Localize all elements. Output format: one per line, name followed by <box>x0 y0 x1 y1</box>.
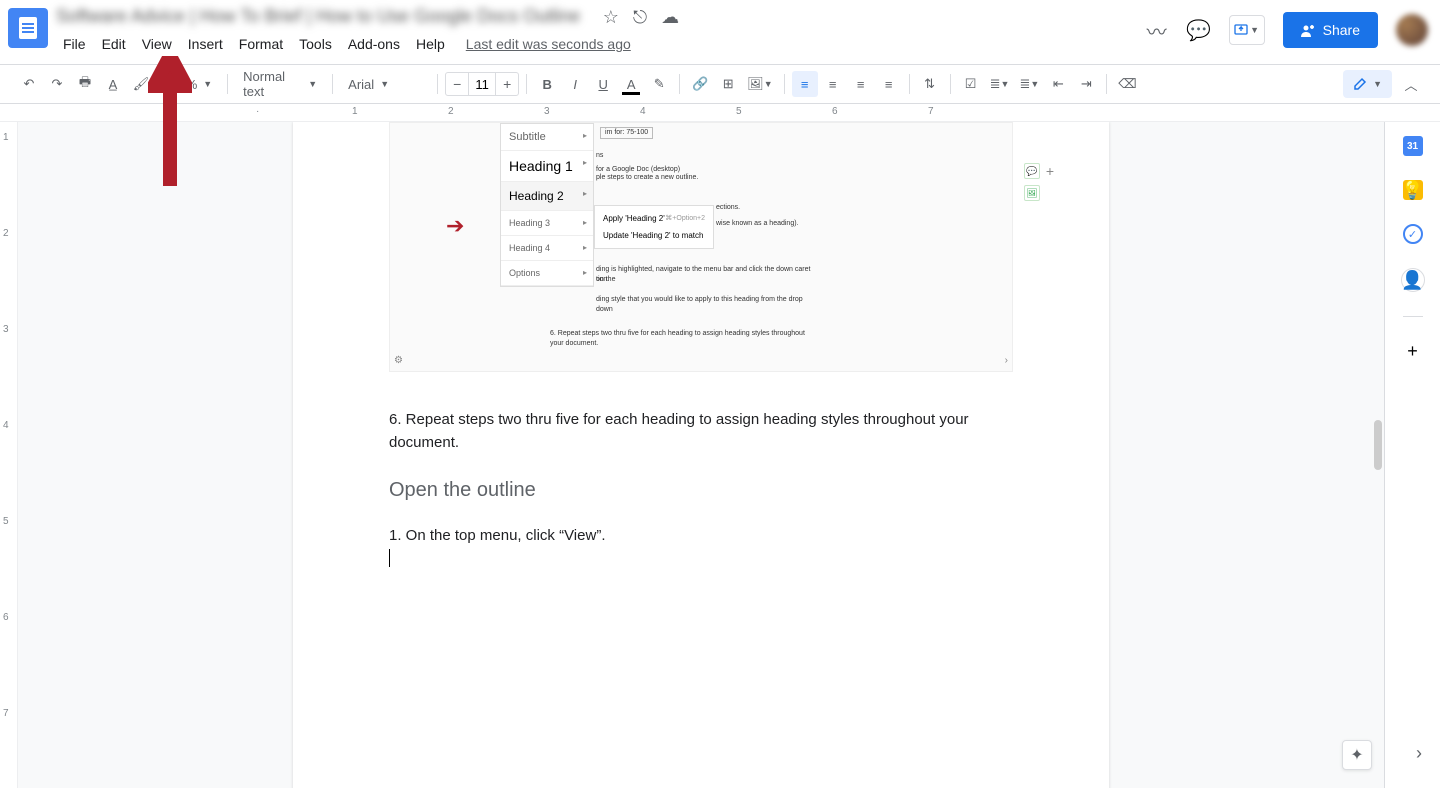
bullet-list-button[interactable]: ≣▼ <box>986 71 1014 97</box>
menu-addons[interactable]: Add-ons <box>341 32 407 56</box>
text-cursor <box>389 549 390 567</box>
present-button[interactable]: ▼ <box>1229 15 1265 45</box>
tasks-icon[interactable]: ✓ <box>1403 224 1423 244</box>
embedded-red-arrow-icon: ➔ <box>446 213 464 239</box>
body-paragraph[interactable]: 6. Repeat steps two thru five for each h… <box>389 408 1013 455</box>
align-right-button[interactable]: ≡ <box>848 71 874 97</box>
print-button[interactable]: 🖶 <box>72 71 98 97</box>
menu-bar: File Edit View Insert Format Tools Add-o… <box>56 32 1145 56</box>
comment-button[interactable]: ⊞ <box>715 71 741 97</box>
clear-format-button[interactable]: ⌫ <box>1114 71 1140 97</box>
checklist-button[interactable]: ☑ <box>958 71 984 97</box>
get-addons-icon[interactable]: + <box>1403 341 1423 361</box>
embedded-chevron-icon: › <box>1005 355 1008 366</box>
comments-icon[interactable]: 💬 <box>1187 18 1211 42</box>
horizontal-ruler[interactable]: · 1 2 3 4 5 6 7 <box>0 104 1440 122</box>
menu-format[interactable]: Format <box>232 32 290 56</box>
show-side-panel-icon[interactable]: › <box>1416 743 1422 764</box>
embedded-heading-submenu: Apply 'Heading 2'⌘+Option+2 Update 'Head… <box>594 205 714 249</box>
document-page[interactable]: im for: 75-100 ns Subtitle Heading 1 Hea… <box>293 122 1109 788</box>
spellcheck-button[interactable]: A̲ <box>100 71 126 97</box>
font-size-input[interactable] <box>468 73 496 95</box>
align-center-button[interactable]: ≡ <box>820 71 846 97</box>
highlight-button[interactable]: ✎ <box>646 71 672 97</box>
vertical-ruler[interactable]: 1 2 3 4 5 6 7 <box>0 122 18 788</box>
font-size-minus[interactable]: − <box>446 73 468 95</box>
scrollbar-thumb[interactable] <box>1374 420 1382 470</box>
share-button[interactable]: Share <box>1283 12 1378 48</box>
activity-icon[interactable]: 〰 <box>1145 18 1169 42</box>
body-paragraph[interactable]: 1. On the top menu, click “View”. <box>389 524 1013 571</box>
italic-button[interactable]: I <box>562 71 588 97</box>
underline-button[interactable]: U <box>590 71 616 97</box>
menu-insert[interactable]: Insert <box>181 32 230 56</box>
style-select[interactable]: Normal text▼ <box>235 71 325 97</box>
menu-edit[interactable]: Edit <box>95 32 133 56</box>
document-title[interactable]: Software Advice | How To Brief | How to … <box>56 6 580 27</box>
side-panel: 31 💡 ✓ 👤 + <box>1384 122 1440 788</box>
font-select[interactable]: Arial▼ <box>340 71 430 97</box>
menu-tools[interactable]: Tools <box>292 32 339 56</box>
comment-indicator-icon[interactable]: 💬 <box>1024 163 1040 179</box>
move-icon[interactable]: ⎋ <box>633 7 647 28</box>
cloud-icon[interactable]: ☁ <box>661 7 679 28</box>
outdent-button[interactable]: ⇤ <box>1045 71 1071 97</box>
suggestion-indicator-icon[interactable]: 🖼 <box>1024 185 1040 201</box>
link-button[interactable]: 🔗 <box>687 71 713 97</box>
align-justify-button[interactable]: ≡ <box>876 71 902 97</box>
body-heading[interactable]: Open the outline <box>389 479 1013 502</box>
paint-format-button[interactable]: 🖌 <box>128 71 154 97</box>
account-avatar[interactable] <box>1396 14 1428 46</box>
align-left-button[interactable]: ≡ <box>792 71 818 97</box>
editing-mode-button[interactable]: ▼ <box>1343 70 1392 98</box>
bold-button[interactable]: B <box>534 71 560 97</box>
redo-button[interactable]: ↷ <box>44 71 70 97</box>
star-icon[interactable]: ☆ <box>603 7 619 28</box>
embedded-gear-icon: ⚙ <box>394 355 403 366</box>
explore-button[interactable]: ✦ <box>1342 740 1372 770</box>
zoom-select[interactable]: 100%▼ <box>156 71 220 97</box>
menu-file[interactable]: File <box>56 32 93 56</box>
menu-help[interactable]: Help <box>409 32 452 56</box>
last-edit-link[interactable]: Last edit was seconds ago <box>466 32 631 56</box>
add-comment-plus-icon[interactable]: + <box>1046 163 1054 179</box>
text-color-button[interactable]: A <box>618 71 644 97</box>
collapse-toolbar-button[interactable]: ︿ <box>1398 71 1424 97</box>
indent-button[interactable]: ⇥ <box>1073 71 1099 97</box>
calendar-icon[interactable]: 31 <box>1403 136 1423 156</box>
menu-view[interactable]: View <box>135 32 179 56</box>
docs-logo[interactable] <box>8 8 48 48</box>
embedded-screenshot-image[interactable]: im for: 75-100 ns Subtitle Heading 1 Hea… <box>389 122 1013 372</box>
font-size-control[interactable]: − + <box>445 72 519 96</box>
image-button[interactable]: 🖼▼ <box>743 71 776 97</box>
keep-icon[interactable]: 💡 <box>1403 180 1423 200</box>
embedded-style-menu: Subtitle Heading 1 Heading 2 Heading 3 H… <box>500 123 594 287</box>
line-spacing-button[interactable]: ⇅ <box>917 71 943 97</box>
toolbar: ↶ ↷ 🖶 A̲ 🖌 100%▼ Normal text▼ Arial▼ − +… <box>0 64 1440 104</box>
number-list-button[interactable]: ≣▼ <box>1015 71 1043 97</box>
contacts-icon[interactable]: 👤 <box>1401 268 1425 292</box>
font-size-plus[interactable]: + <box>496 73 518 95</box>
undo-button[interactable]: ↶ <box>16 71 42 97</box>
